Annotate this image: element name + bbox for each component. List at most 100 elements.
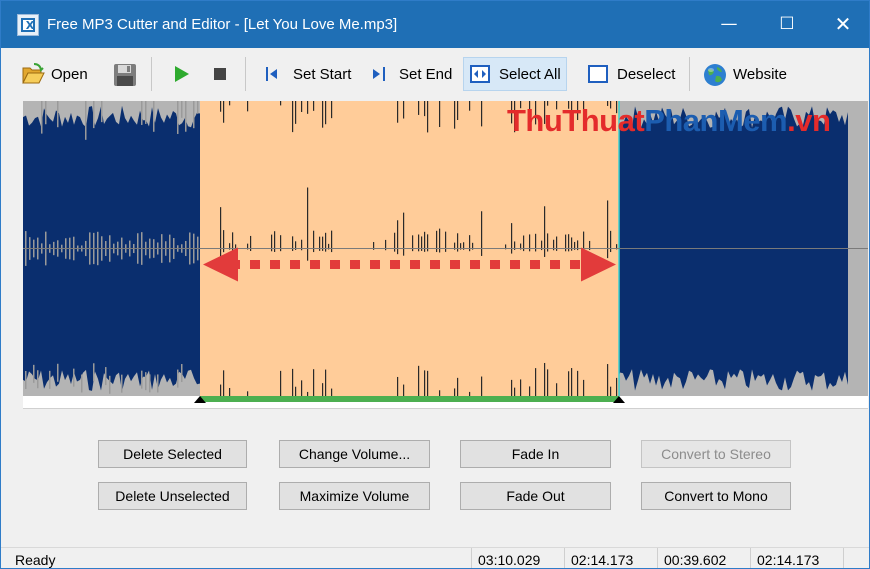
waveform-spike — [454, 101, 456, 129]
waveform-spike — [511, 379, 513, 396]
resize-grip[interactable] — [843, 548, 869, 568]
waveform-spike — [457, 101, 459, 120]
waveform-spike — [397, 101, 399, 123]
waveform-spike — [177, 101, 179, 134]
waveform-spike — [520, 379, 522, 396]
convert-to-stereo-button[interactable]: Convert to Stereo — [641, 440, 791, 468]
waveform-spike — [157, 374, 159, 393]
waveform-spike — [220, 384, 222, 396]
minimize-button[interactable]: — — [701, 1, 757, 48]
website-button[interactable]: Website — [703, 57, 787, 91]
waveform-spike — [105, 367, 107, 386]
set-start-button[interactable]: Set Start — [263, 57, 351, 91]
convert-to-mono-button[interactable]: Convert to Mono — [641, 482, 791, 510]
waveform-spike — [322, 383, 324, 396]
waveform-spike — [469, 391, 471, 396]
fade-out-button[interactable]: Fade Out — [460, 482, 611, 510]
waveform-spike — [141, 101, 143, 125]
waveform-canvas[interactable] — [23, 101, 868, 409]
waveform-spike — [93, 101, 95, 129]
deselect-button[interactable]: Deselect — [587, 57, 675, 91]
waveform-spike — [185, 101, 187, 132]
open-label: Open — [51, 65, 88, 83]
waveform-spike — [49, 370, 51, 389]
waveform-spike — [325, 369, 327, 396]
waveform-spike — [41, 101, 43, 134]
save-button[interactable] — [113, 57, 143, 91]
waveform-spike — [427, 101, 429, 133]
waveform-spike — [439, 101, 441, 128]
status-selection-length: 00:39.602 — [657, 548, 750, 568]
waveform-spike — [568, 371, 570, 396]
waveform-spike — [45, 101, 47, 125]
waveform-spike — [280, 101, 282, 106]
waveform-spike — [481, 101, 483, 127]
deselect-icon — [587, 63, 609, 85]
waveform-spike — [544, 206, 546, 257]
waveform-spike — [454, 388, 456, 396]
delete-selected-button[interactable]: Delete Selected — [98, 440, 247, 468]
floppy-disk-icon — [113, 63, 136, 86]
app-window: X Free MP3 Cutter and Editor - [Let You … — [0, 0, 870, 569]
select-all-label: Select All — [499, 65, 561, 83]
deselect-label: Deselect — [617, 65, 676, 83]
set-end-label: Set End — [399, 65, 453, 83]
waveform-spike — [57, 363, 59, 382]
waveform-spike — [229, 101, 231, 106]
set-end-button[interactable]: Set End — [369, 57, 452, 91]
select-all-icon — [469, 63, 491, 85]
waveform-spike — [73, 368, 75, 387]
waveform-spike — [607, 364, 609, 396]
waveform-spike — [33, 364, 35, 383]
waveform-spike — [556, 383, 558, 396]
waveform-spike — [229, 387, 231, 396]
open-button[interactable]: Open — [21, 57, 88, 91]
select-all-button[interactable]: Select All — [463, 57, 567, 91]
stop-button[interactable] — [209, 57, 239, 91]
close-button[interactable]: ✕ — [817, 1, 869, 48]
maximize-volume-button[interactable]: Maximize Volume — [279, 482, 430, 510]
waveform-spike — [607, 200, 609, 259]
play-button[interactable] — [171, 57, 201, 91]
waveform-spike — [295, 386, 297, 396]
waveform-spike — [37, 370, 39, 389]
waveform-spike — [397, 220, 399, 255]
waveform-spike — [322, 101, 324, 128]
waveform-spike — [424, 370, 426, 396]
waveform-spike — [101, 101, 103, 123]
folder-open-icon — [21, 63, 45, 85]
change-volume-button[interactable]: Change Volume... — [279, 440, 430, 468]
status-cursor-position: 02:14.173 — [750, 548, 843, 568]
toolbar-separator — [689, 57, 690, 91]
delete-unselected-button[interactable]: Delete Unselected — [98, 482, 247, 510]
waveform-spike — [439, 390, 441, 396]
maximize-button[interactable]: ☐ — [759, 1, 815, 48]
waveform-spike — [193, 101, 195, 129]
waveform-spike — [511, 223, 513, 254]
waveform-spike — [141, 370, 143, 389]
set-start-icon — [263, 63, 285, 85]
waveform-spike — [424, 101, 426, 117]
waveform-spike — [418, 365, 420, 396]
waveform-view[interactable]: ThuThuatPhanMem.vn — [23, 101, 868, 409]
waveform-spike — [331, 388, 333, 396]
waveform-spike — [93, 363, 95, 382]
fade-in-button[interactable]: Fade In — [460, 440, 611, 468]
watermark: ThuThuatPhanMem.vn — [507, 103, 831, 138]
waveform-spike — [280, 370, 282, 396]
waveform-spike — [577, 370, 579, 396]
waveform-spike — [292, 101, 294, 133]
status-bar: Ready 03:10.029 02:14.173 00:39.602 02:1… — [1, 547, 869, 568]
waveform-spike — [418, 101, 420, 115]
waveform-spike — [544, 362, 546, 396]
waveform-spike — [547, 369, 549, 396]
waveform-spike — [85, 101, 87, 140]
waveform-spike — [457, 377, 459, 396]
waveform-spike — [313, 369, 315, 396]
title-bar[interactable]: X Free MP3 Cutter and Editor - [Let You … — [1, 1, 869, 48]
waveform-spike — [583, 379, 585, 396]
waveform-spike — [121, 374, 123, 393]
waveform-spike — [535, 368, 537, 396]
waveform-spike — [145, 101, 147, 124]
window-title: Free MP3 Cutter and Editor - [Let You Lo… — [47, 16, 398, 33]
